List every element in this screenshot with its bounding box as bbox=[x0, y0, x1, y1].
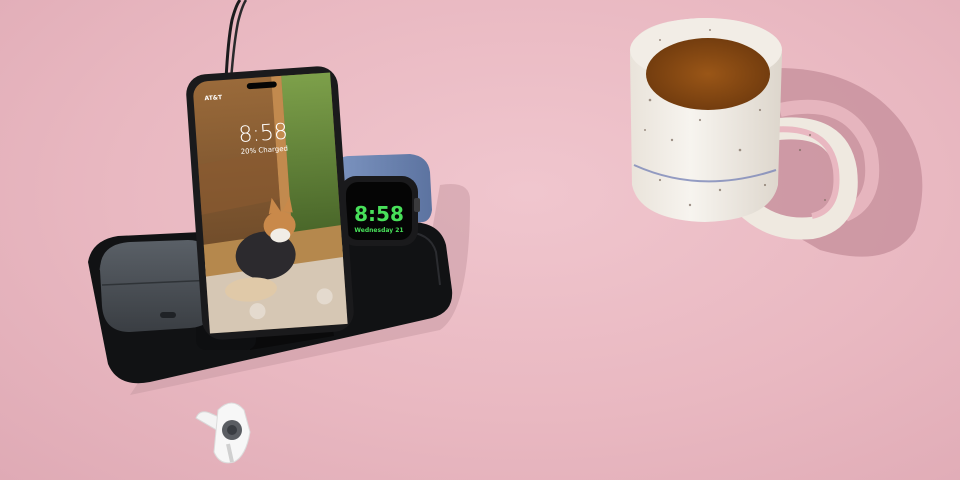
scene-illustration: AT&T 8:58 20% Charged 8:58 Wednesday 21 bbox=[88, 0, 923, 464]
watch-time: 8:58 bbox=[354, 202, 404, 226]
earbud bbox=[195, 402, 251, 464]
smartphone bbox=[186, 66, 354, 340]
phone-lock-time: 8:58 bbox=[238, 120, 289, 148]
photo-scene: AT&T 8:58 20% Charged 8:58 Wednesday 21 bbox=[0, 0, 960, 480]
watch-date: Wednesday 21 bbox=[354, 227, 403, 234]
phone-carrier-label: AT&T bbox=[204, 94, 223, 102]
